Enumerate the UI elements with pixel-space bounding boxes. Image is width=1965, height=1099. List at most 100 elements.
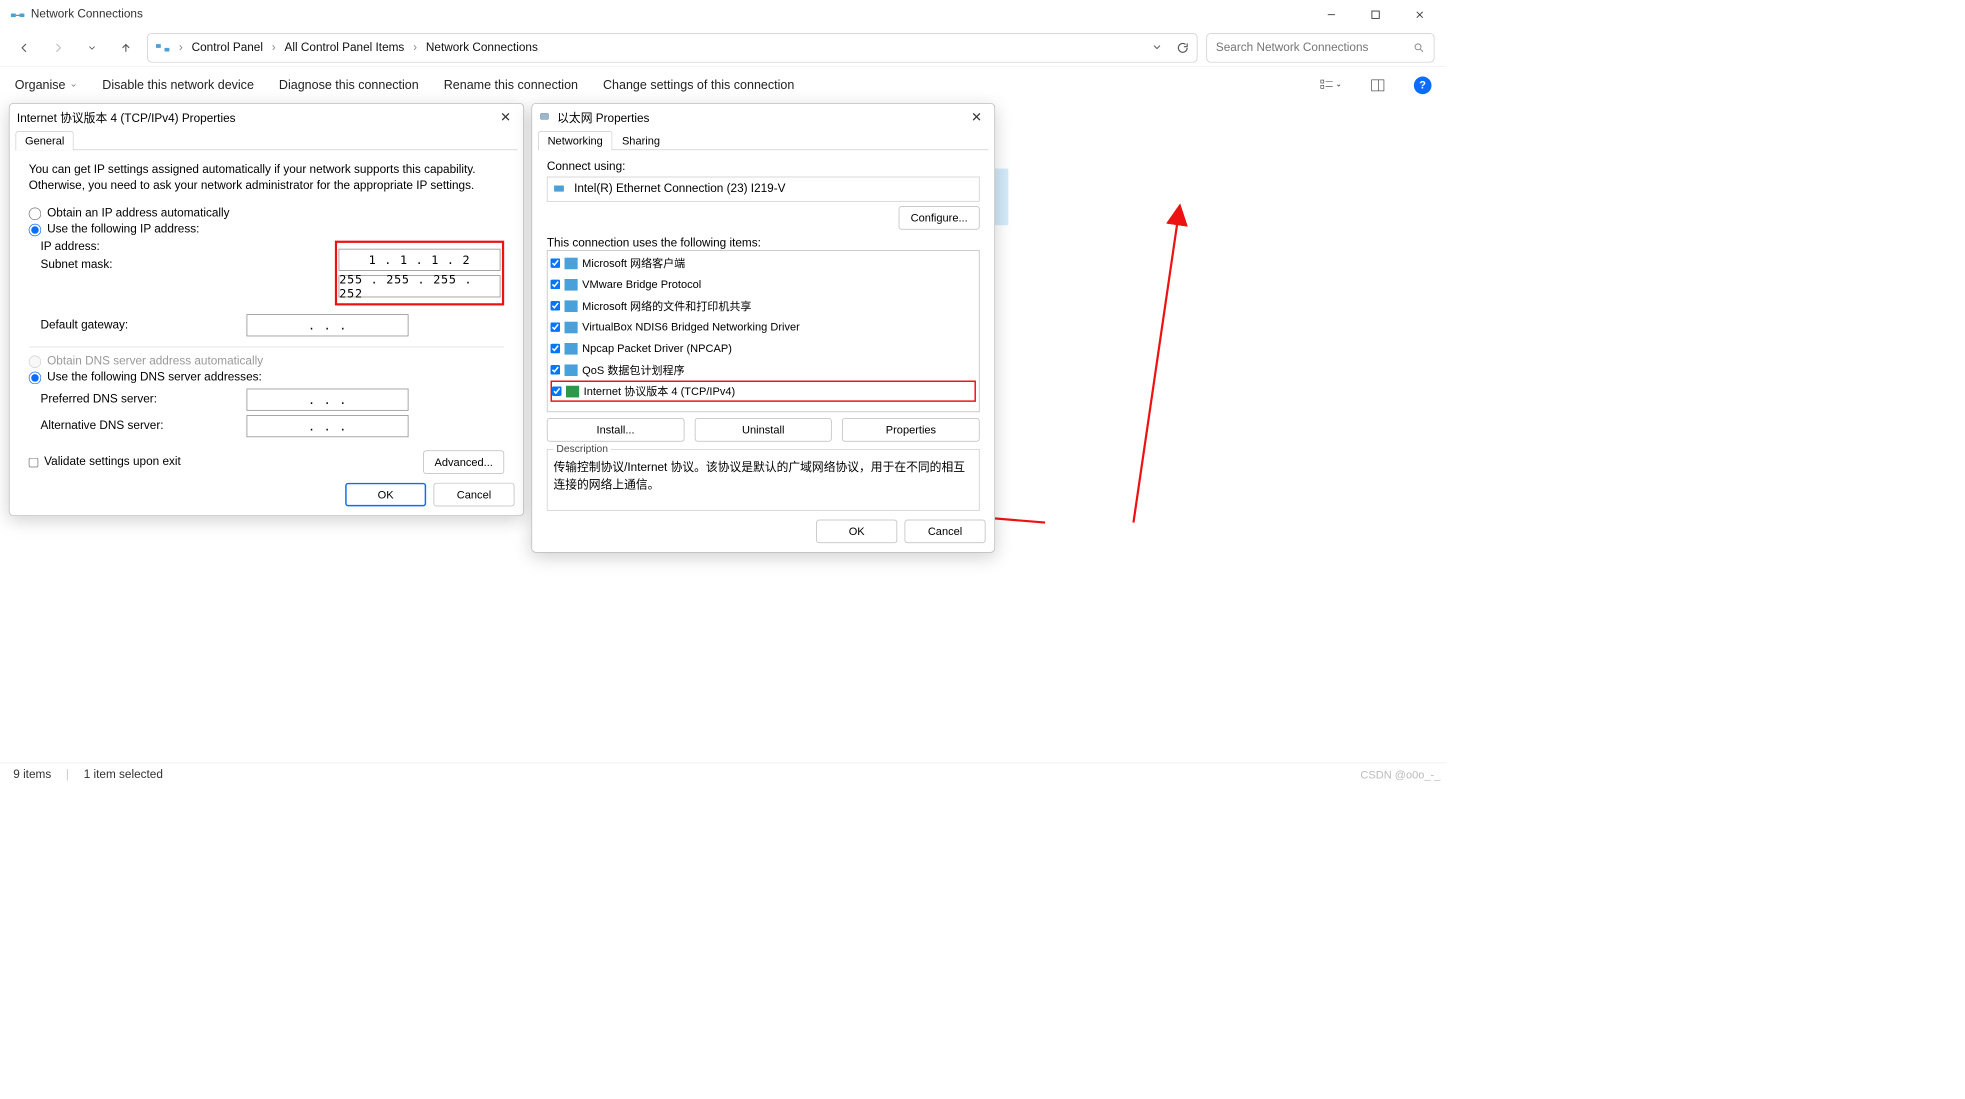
- disable-device-button[interactable]: Disable this network device: [102, 78, 254, 93]
- breadcrumb[interactable]: › Control Panel › All Control Panel Item…: [147, 33, 1197, 62]
- uninstall-button[interactable]: Uninstall: [695, 418, 832, 442]
- radio-label: Obtain DNS server address automatically: [47, 355, 263, 368]
- item-checkbox[interactable]: [551, 301, 561, 311]
- radio-label: Use the following DNS server addresses:: [47, 371, 262, 384]
- breadcrumb-item[interactable]: Control Panel: [192, 41, 263, 54]
- nic-icon: [539, 110, 552, 123]
- item-label: QoS 数据包计划程序: [582, 362, 684, 377]
- radio-obtain-auto[interactable]: [29, 207, 42, 220]
- search-icon: [1413, 42, 1425, 54]
- properties-button[interactable]: Properties: [842, 418, 979, 442]
- item-label: VirtualBox NDIS6 Bridged Networking Driv…: [582, 321, 800, 334]
- list-item[interactable]: QoS 数据包计划程序: [551, 359, 976, 380]
- chevron-down-icon: [1336, 82, 1342, 88]
- item-checkbox[interactable]: [551, 344, 561, 354]
- help-button[interactable]: ?: [1414, 76, 1432, 94]
- dns1-input[interactable]: . . .: [247, 389, 409, 411]
- radio-label: Obtain an IP address automatically: [47, 207, 229, 220]
- ip-label: IP address:: [40, 241, 246, 254]
- radio-dns-manual[interactable]: [29, 371, 42, 384]
- radio-use-following[interactable]: [29, 224, 42, 237]
- item-checkbox[interactable]: [551, 280, 561, 290]
- list-item-ipv4[interactable]: Internet 协议版本 4 (TCP/IPv4): [551, 381, 976, 402]
- up-button[interactable]: [113, 35, 138, 60]
- subnet-mask-input[interactable]: 255 . 255 . 255 . 252: [339, 275, 501, 297]
- component-icon: [565, 343, 578, 355]
- minimize-button[interactable]: [1309, 0, 1353, 29]
- dns1-label: Preferred DNS server:: [40, 393, 246, 406]
- tab-networking[interactable]: Networking: [538, 131, 612, 150]
- chevron-right-icon: ›: [413, 41, 417, 54]
- description-box: Description 传输控制协议/Internet 协议。该协议是默认的广域…: [547, 449, 980, 511]
- item-checkbox[interactable]: [552, 386, 562, 396]
- chevron-down-icon: [70, 81, 77, 88]
- radio-dns-auto: [29, 355, 42, 368]
- list-item[interactable]: Microsoft 网络的文件和打印机共享: [551, 295, 976, 316]
- network-items-list[interactable]: Microsoft 网络客户端 VMware Bridge Protocol M…: [547, 250, 980, 412]
- list-item[interactable]: Microsoft 网络客户端: [551, 252, 976, 273]
- organise-menu[interactable]: Organise: [15, 78, 78, 93]
- component-icon: [565, 257, 578, 269]
- item-checkbox[interactable]: [551, 322, 561, 332]
- nic-icon: [553, 183, 568, 195]
- item-count: 9 items: [13, 768, 51, 781]
- diagnose-connection-button[interactable]: Diagnose this connection: [279, 78, 419, 93]
- preview-pane-button[interactable]: [1367, 74, 1389, 96]
- chevron-down-icon[interactable]: [1151, 41, 1163, 54]
- close-button[interactable]: [1398, 0, 1442, 29]
- change-settings-button[interactable]: Change settings of this connection: [603, 78, 794, 93]
- command-bar: Organise Disable this network device Dia…: [0, 66, 1446, 103]
- mask-label: Subnet mask:: [40, 258, 246, 271]
- ok-button[interactable]: OK: [816, 520, 897, 544]
- component-icon: [566, 385, 579, 397]
- tab-general[interactable]: General: [15, 131, 73, 150]
- cancel-button[interactable]: Cancel: [434, 483, 515, 507]
- list-item[interactable]: Npcap Packet Driver (NPCAP): [551, 338, 976, 359]
- list-item[interactable]: VMware Bridge Protocol: [551, 274, 976, 295]
- refresh-icon[interactable]: [1176, 41, 1189, 54]
- recent-locations-button[interactable]: [79, 35, 104, 60]
- view-options-button[interactable]: [1320, 74, 1342, 96]
- ethernet-properties-dialog: 以太网 Properties ✕ Networking Sharing Conn…: [531, 103, 995, 553]
- search-input[interactable]: [1216, 41, 1413, 54]
- component-icon: [565, 279, 578, 291]
- item-label: VMware Bridge Protocol: [582, 278, 701, 291]
- dialog-title: Internet 协议版本 4 (TCP/IPv4) Properties: [17, 108, 236, 126]
- back-button[interactable]: [12, 35, 37, 60]
- chevron-right-icon: ›: [179, 41, 183, 54]
- close-icon[interactable]: ✕: [495, 109, 516, 124]
- validate-checkbox[interactable]: [29, 458, 39, 468]
- maximize-button[interactable]: [1354, 0, 1398, 29]
- gateway-input[interactable]: . . .: [247, 314, 409, 336]
- dns2-label: Alternative DNS server:: [40, 420, 246, 433]
- search-box[interactable]: [1206, 33, 1434, 62]
- titlebar: Network Connections: [0, 0, 1446, 29]
- dns2-input[interactable]: . . .: [247, 415, 409, 437]
- ip-address-input[interactable]: 1 . 1 . 1 . 2: [339, 249, 501, 271]
- component-icon: [565, 364, 578, 376]
- validate-label: Validate settings upon exit: [44, 456, 181, 469]
- list-item[interactable]: VirtualBox NDIS6 Bridged Networking Driv…: [551, 316, 976, 337]
- advanced-button[interactable]: Advanced...: [423, 451, 504, 475]
- dialog-title: 以太网 Properties: [557, 108, 649, 126]
- configure-button[interactable]: Configure...: [899, 206, 980, 230]
- content-area: VMnet5（eNSP Pro MGMT） Enabled VMware Vir…: [0, 103, 1446, 786]
- ipv4-properties-dialog: Internet 协议版本 4 (TCP/IPv4) Properties ✕ …: [9, 103, 524, 516]
- rename-connection-button[interactable]: Rename this connection: [444, 78, 578, 93]
- chevron-right-icon: ›: [272, 41, 276, 54]
- app-icon: [10, 7, 25, 22]
- breadcrumb-item[interactable]: Network Connections: [426, 41, 538, 54]
- breadcrumb-item[interactable]: All Control Panel Items: [285, 41, 405, 54]
- item-checkbox[interactable]: [551, 365, 561, 375]
- install-button[interactable]: Install...: [547, 418, 684, 442]
- close-icon[interactable]: ✕: [966, 109, 987, 124]
- forward-button[interactable]: [46, 35, 71, 60]
- item-label: Microsoft 网络的文件和打印机共享: [582, 298, 751, 313]
- tab-sharing[interactable]: Sharing: [612, 131, 669, 150]
- adapter-name-box: Intel(R) Ethernet Connection (23) I219-V: [547, 177, 980, 202]
- radio-label: Use the following IP address:: [47, 223, 199, 236]
- cancel-button[interactable]: Cancel: [905, 520, 986, 544]
- item-checkbox[interactable]: [551, 258, 561, 268]
- gateway-label: Default gateway:: [40, 319, 246, 332]
- ok-button[interactable]: OK: [345, 483, 426, 507]
